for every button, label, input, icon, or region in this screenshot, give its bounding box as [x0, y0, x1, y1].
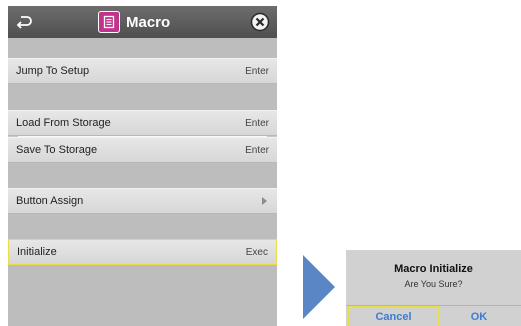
menu-spacer: [8, 163, 277, 188]
close-button[interactable]: [249, 11, 271, 33]
menu-spacer: [8, 38, 277, 58]
menu-item-jump-to-setup[interactable]: Jump To Setup Enter: [8, 58, 277, 84]
transition-arrow-icon: [303, 255, 335, 319]
title-group: Macro: [98, 10, 170, 34]
return-arrow-icon: [16, 16, 32, 29]
confirm-dialog: Macro Initialize Are You Sure? Cancel OK: [346, 250, 521, 326]
back-button[interactable]: [12, 12, 36, 32]
menu-item-label: Load From Storage: [16, 117, 111, 129]
ok-button[interactable]: OK: [439, 306, 519, 326]
chevron-right-icon: [262, 197, 267, 205]
menu-spacer: [8, 84, 277, 110]
menu-item-load-from-storage[interactable]: Load From Storage Enter: [8, 110, 277, 136]
menu-item-label: Save To Storage: [16, 144, 98, 156]
macro-menu-panel: Macro Jump To Setup Enter Load From Stor…: [8, 6, 277, 326]
menu-item-initialize[interactable]: Initialize Exec: [8, 239, 277, 265]
menu-spacer: [8, 214, 277, 239]
menu-item-value: Exec: [245, 246, 268, 258]
menu-item-label: Jump To Setup: [16, 65, 90, 77]
menu-item-value: Enter: [245, 117, 269, 129]
menu-item-save-to-storage[interactable]: Save To Storage Enter: [8, 137, 277, 163]
close-circle-icon: [250, 12, 270, 32]
dialog-button-bar: Cancel OK: [346, 305, 521, 326]
macro-document-icon: [98, 11, 120, 33]
title-bar: Macro: [8, 6, 277, 38]
menu-item-label: Button Assign: [16, 195, 84, 207]
menu-item-button-assign[interactable]: Button Assign: [8, 188, 277, 214]
dialog-title: Macro Initialize: [394, 263, 473, 275]
menu-spacer: [8, 265, 277, 326]
menu-item-label: Initialize: [17, 246, 57, 258]
menu-item-value: Enter: [245, 144, 269, 156]
menu-item-value: Enter: [245, 65, 269, 77]
cancel-button[interactable]: Cancel: [348, 306, 439, 326]
dialog-message: Are You Sure?: [404, 279, 463, 289]
page-title: Macro: [126, 13, 171, 31]
